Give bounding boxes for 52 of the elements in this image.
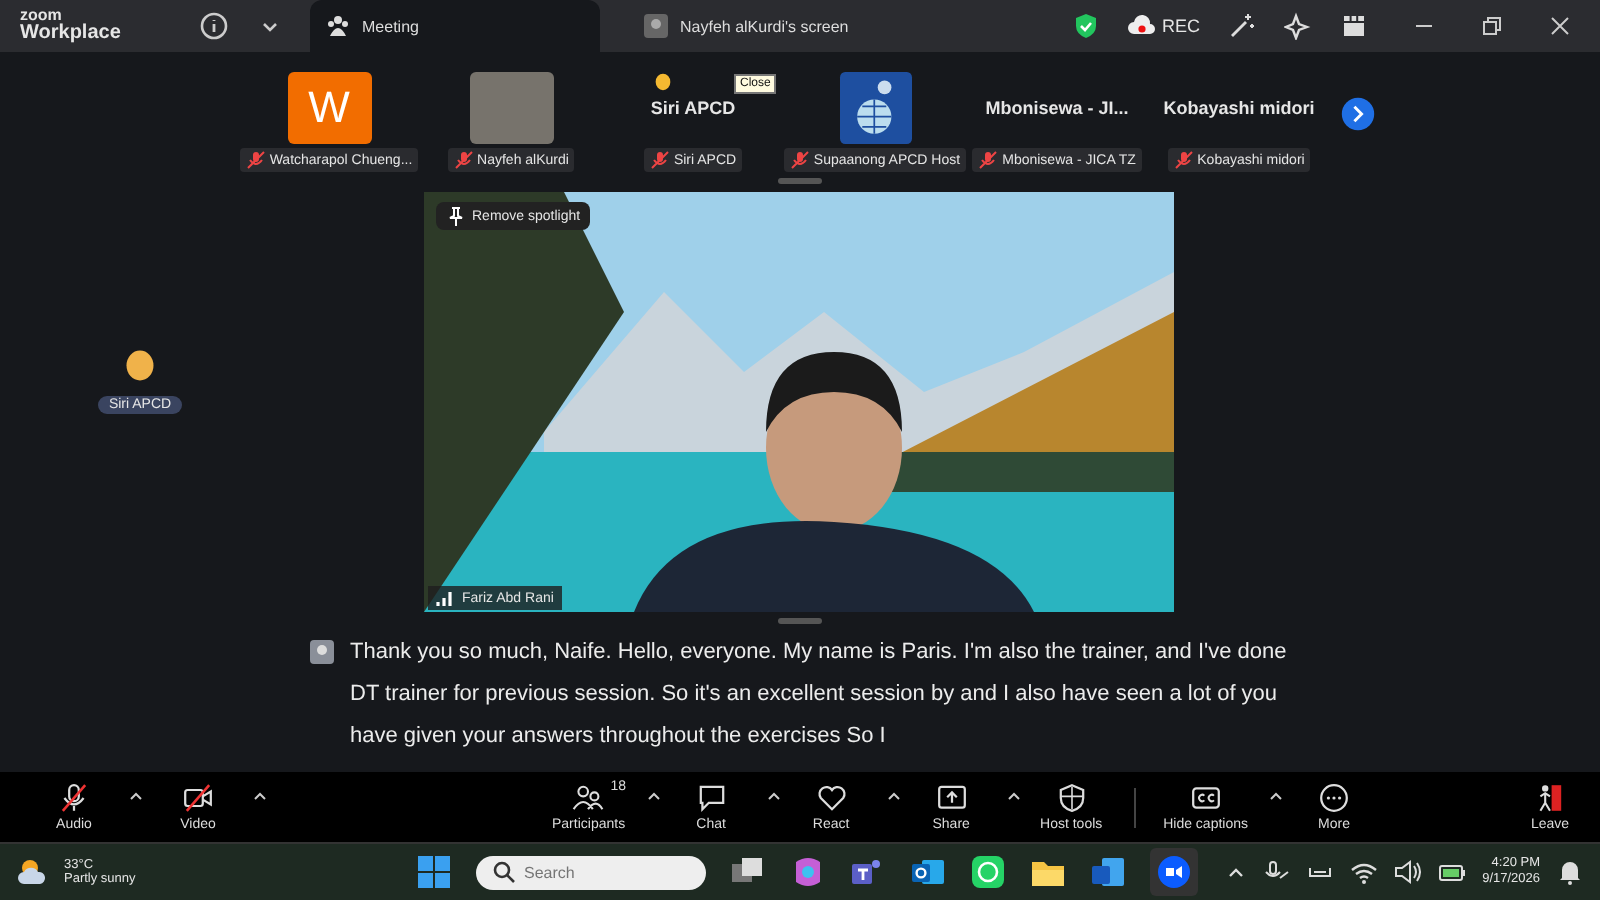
heart-icon [815,782,848,814]
shield-icon[interactable] [1071,12,1100,40]
document-app-icon[interactable] [1090,854,1126,890]
caret-icon[interactable] [1005,788,1022,804]
pin-icon [446,206,466,226]
outlook-icon[interactable] [910,854,946,890]
search-icon [492,860,516,884]
zoom-app-icon[interactable] [1150,848,1198,896]
avatar-icon [644,14,668,38]
caret-icon[interactable] [128,788,144,804]
search-field[interactable]: Search [476,855,706,889]
logo-text: zoom [20,8,62,24]
logo-text: Workplace [20,24,123,44]
next-page-button[interactable] [1340,96,1376,132]
close-icon[interactable] [1548,14,1572,38]
caret-icon[interactable] [1268,788,1284,804]
cloud-icon [1127,12,1156,40]
captions-icon [1189,782,1222,814]
caret-icon[interactable] [252,788,268,804]
windows-start-icon[interactable] [416,854,452,890]
exit-door-icon [1534,782,1566,814]
sparkle-icon[interactable] [1284,12,1312,40]
magic-wand-icon[interactable] [1228,12,1256,40]
apps-icon[interactable] [1340,12,1368,40]
chat-bubble-icon [695,782,728,814]
info-icon[interactable] [198,10,230,42]
participant-name: Siri APCD [650,98,736,118]
wifi-icon[interactable] [1350,858,1379,886]
shield-icon [1055,782,1088,814]
notification-bell-icon[interactable] [1556,858,1584,886]
caret-icon[interactable] [885,788,902,804]
teams-icon[interactable] [850,854,886,890]
avatar-initial: W [287,72,371,144]
speaker-icon[interactable] [1394,858,1423,886]
more-icon [1318,782,1350,814]
tab[interactable]: Meeting [310,0,600,52]
participant-name: Kobayashi midori [1163,98,1315,118]
copilot-icon[interactable] [790,854,826,890]
signal-icon [436,588,456,608]
caption-text: Thank you so much, Naife. Hello, everyone. My name is Paris. I'm also the trainer, and I've done DT trainer for previous session. So it's an excellent session by and I also have seen a lot of you have given your answers throughout the exercises So I [350,638,1289,752]
restore-icon[interactable] [1480,14,1504,38]
whatsapp-icon[interactable] [970,854,1006,890]
people-icon [326,14,350,38]
caret-icon[interactable] [645,788,662,804]
participant-name: Mbonisewa - JI... [985,98,1129,118]
record-button[interactable]: REC [1127,12,1200,40]
photo-placeholder [469,72,553,144]
people-icon [572,782,605,814]
share-screen-icon [935,782,968,814]
avatar-icon [310,640,334,664]
tab[interactable]: Nayfeh alKurdi's screen [628,0,918,52]
caret-icon[interactable] [765,788,782,804]
